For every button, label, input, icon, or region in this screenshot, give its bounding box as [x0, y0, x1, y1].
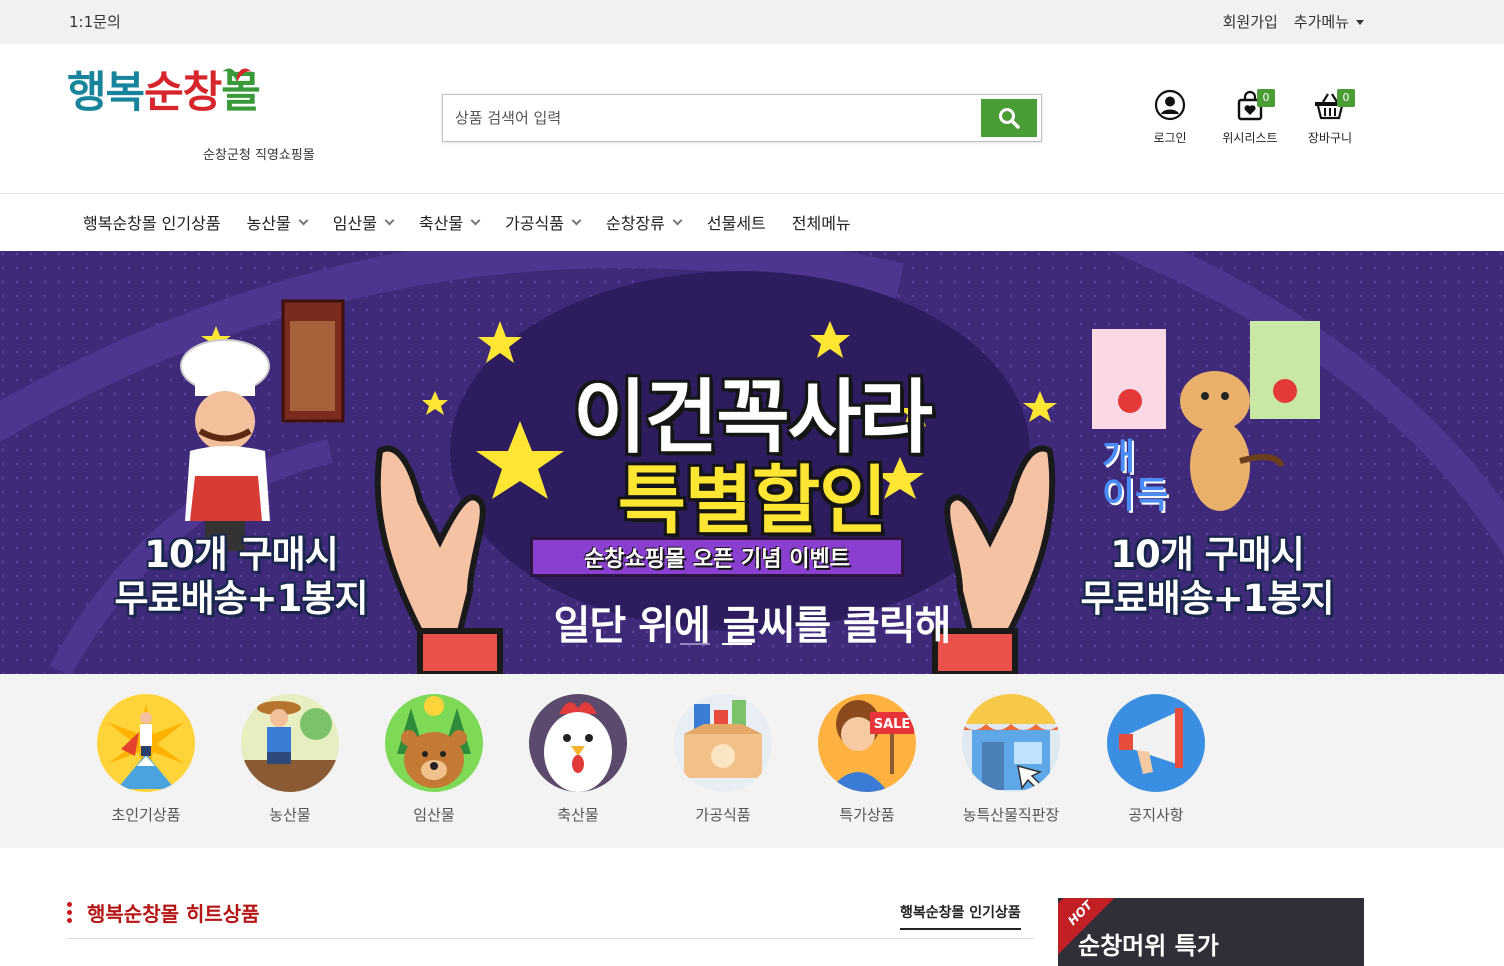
svg-text:SALE: SALE: [874, 717, 911, 732]
header-icons: 로그인 0 위시리스트 0 장바구니: [1130, 89, 1370, 146]
category-livestock[interactable]: 축산물: [506, 694, 650, 825]
top-right-menu: 회원가입 추가메뉴: [1223, 11, 1364, 32]
nav-item-popular[interactable]: 행복순창몰 인기상품: [83, 210, 221, 234]
site-logo[interactable]: 행복순창몰 순창군청 직영쇼핑몰: [67, 68, 337, 172]
category-agricultural[interactable]: 농산물: [218, 694, 362, 825]
logo-text: 행복순창몰: [67, 68, 261, 118]
sale-sign-icon: SALE: [818, 694, 916, 792]
tab-popular-products[interactable]: 행복순창몰 인기상품: [900, 902, 1021, 930]
banner-left-offer: 10개 구매시 무료배송+1봉지: [114, 533, 369, 620]
banner-dog-text: 개 이득: [1102, 437, 1169, 516]
chevron-down-icon: [672, 215, 683, 225]
chevron-down-icon: [298, 215, 309, 225]
bear-forest-icon: [385, 694, 483, 792]
hot-deal-title: 순창머위 특가: [1078, 932, 1219, 960]
nav-item-processed[interactable]: 가공식품: [505, 210, 582, 234]
search-button[interactable]: [981, 99, 1037, 137]
category-direct-store[interactable]: 농특산물직판장: [939, 694, 1083, 825]
search-icon: [999, 108, 1020, 129]
wishlist-button[interactable]: 0 위시리스트: [1210, 89, 1290, 146]
megaphone-icon: [1107, 694, 1205, 792]
vertical-dots-icon: [67, 902, 73, 923]
nav-item-all-menu[interactable]: 전체메뉴: [792, 210, 851, 234]
banner-pagination: [680, 643, 752, 645]
nav-item-agricultural[interactable]: 농산물: [247, 210, 309, 234]
slide-dot-2[interactable]: [722, 643, 752, 645]
nav-item-jangryu[interactable]: 순창장류: [606, 210, 683, 234]
category-sale[interactable]: SALE 특가상품: [795, 694, 939, 825]
superhero-icon: [97, 694, 195, 792]
login-button[interactable]: 로그인: [1130, 89, 1210, 146]
top-bar: 1:1문의 회원가입 추가메뉴: [0, 0, 1504, 44]
inquiry-link[interactable]: 1:1문의: [69, 11, 121, 32]
category-notice[interactable]: 공지사항: [1084, 694, 1228, 825]
slide-dot-1[interactable]: [680, 643, 710, 645]
chevron-down-icon: [384, 215, 395, 225]
food-box-icon: [674, 694, 772, 792]
cart-label: 장바구니: [1307, 131, 1353, 145]
banner-right-offer: 10개 구매시 무료배송+1봉지: [1080, 533, 1335, 620]
section-title-text: 행복순창몰 히트상품: [87, 902, 260, 926]
farmer-icon: [241, 694, 339, 792]
category-processed[interactable]: 가공식품: [651, 694, 795, 825]
category-forest[interactable]: 임산물: [362, 694, 506, 825]
nav-item-gift-set[interactable]: 선물세트: [707, 210, 766, 234]
logo-subtitle: 순창군청 직영쇼핑몰: [203, 148, 315, 163]
logo-sprout-icon: [222, 68, 252, 82]
promo-banner[interactable]: 이건꼭사라 특별할인 순창쇼핑몰 오픈 기념 이벤트 일단 위에 글씨를 클릭해…: [0, 251, 1504, 674]
cart-button[interactable]: 0 장바구니: [1290, 89, 1370, 146]
more-menu-dropdown[interactable]: 추가메뉴: [1294, 11, 1364, 32]
category-popular[interactable]: 초인기상품: [74, 694, 218, 825]
hot-deal-box[interactable]: HOT 순창머위 특가: [1058, 898, 1364, 966]
user-icon: [1154, 89, 1186, 121]
chevron-down-icon: [470, 215, 481, 225]
section-divider: [67, 938, 1034, 939]
banner-ribbon: 순창쇼핑몰 오픈 기념 이벤트: [530, 537, 904, 577]
cart-count-badge: 0: [1337, 89, 1355, 107]
signup-link[interactable]: 회원가입: [1223, 11, 1278, 32]
site-header: 행복순창몰 순창군청 직영쇼핑몰 로그인 0: [0, 44, 1504, 194]
nav-item-livestock[interactable]: 축산물: [419, 210, 481, 234]
login-label: 로그인: [1153, 131, 1187, 145]
caret-down-icon: [1356, 20, 1364, 25]
search-input[interactable]: [455, 103, 975, 133]
nav-item-forest[interactable]: 임산물: [333, 210, 395, 234]
main-nav: 행복순창몰 인기상품 농산물 임산물 축산물 가공식품 순창장류 선물세트 전체…: [0, 195, 1504, 251]
more-menu-label: 추가메뉴: [1293, 13, 1349, 31]
section-title: 행복순창몰 히트상품: [67, 898, 260, 927]
category-icons: 초인기상품 농산물 임산물 축산물 가공식품 SALE 특가상품 농특산물직판장…: [0, 674, 1504, 848]
chevron-down-icon: [571, 215, 582, 225]
search-bar: [442, 94, 1042, 142]
storefront-icon: [962, 694, 1060, 792]
rooster-icon: [529, 694, 627, 792]
banner-subtitle: 특별할인: [617, 458, 887, 544]
wishlist-label: 위시리스트: [1222, 131, 1278, 145]
wishlist-count-badge: 0: [1257, 89, 1275, 107]
